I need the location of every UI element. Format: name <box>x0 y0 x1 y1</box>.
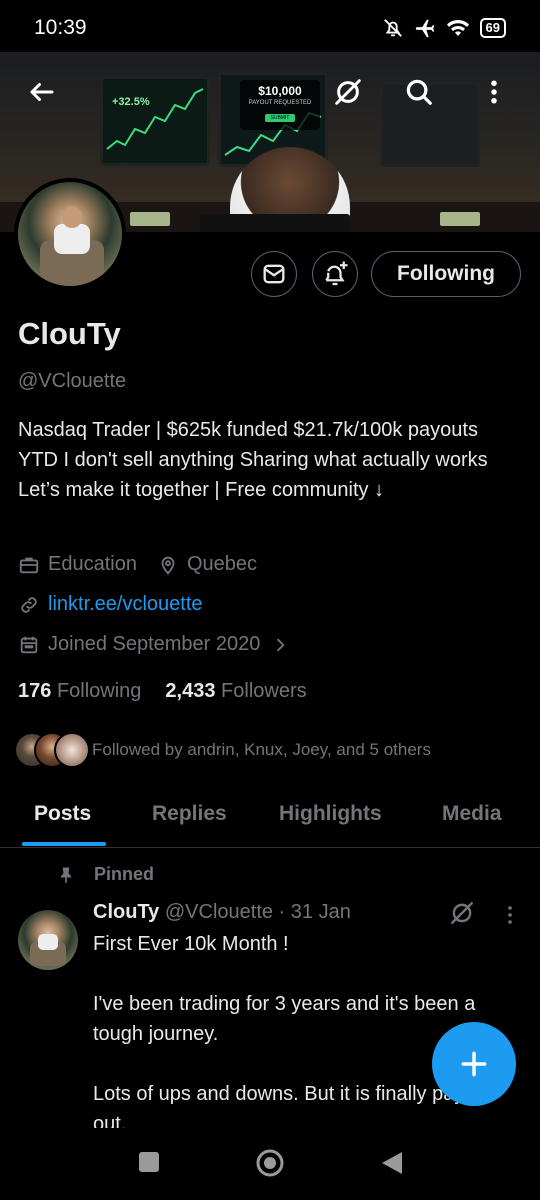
mail-icon <box>263 264 285 284</box>
profile-avatar[interactable] <box>14 178 126 290</box>
more-vertical-icon <box>491 80 497 104</box>
search-icon <box>406 79 432 105</box>
profile-meta-row: Education Quebec <box>18 553 257 576</box>
profile-tabs: Posts Replies Highlights Media <box>0 790 540 848</box>
display-name: ClouTy <box>18 316 121 351</box>
banner-gain-text: +32.5% <box>112 96 150 108</box>
following-count-link[interactable]: 176 Following <box>18 680 141 703</box>
status-bar: 10:39 69 <box>0 0 540 56</box>
profile-joined-row[interactable]: Joined September 2020 <box>18 633 298 656</box>
search-button[interactable] <box>397 70 441 114</box>
location-pin-icon <box>161 556 175 575</box>
followers-count: 2,433 <box>165 680 216 702</box>
profile-bio: Nasdaq Trader | $625k funded $21.7k/100k… <box>18 419 488 501</box>
post-author-name[interactable]: ClouTy <box>93 901 159 923</box>
banner-payout-card: $10,000 PAYOUT REQUESTED SUBMIT <box>240 80 320 130</box>
wifi-icon <box>446 20 469 36</box>
banner-keyboard <box>200 214 350 232</box>
airplane-mode-icon <box>415 19 434 38</box>
calendar-icon <box>20 636 38 653</box>
avatar-graphic <box>62 206 82 228</box>
banner-cash <box>440 212 480 226</box>
post-meta: @VClouette · 31 Jan <box>164 901 351 923</box>
banner-chart-graphic <box>106 88 204 150</box>
tab-media[interactable]: Media <box>442 802 502 826</box>
home-icon[interactable] <box>255 1148 285 1178</box>
grok-button[interactable] <box>326 70 370 114</box>
pinned-label: Pinned <box>94 864 155 884</box>
avatar-graphic <box>38 934 58 950</box>
grok-icon <box>335 79 361 105</box>
followers-count-link[interactable]: 2,433 Followers <box>165 680 306 703</box>
back-arrow-icon <box>30 83 54 101</box>
notifications-button[interactable] <box>312 251 358 297</box>
pinned-label-row: Pinned <box>56 864 154 885</box>
mutual-avatar <box>54 732 90 768</box>
post-more-icon[interactable] <box>498 903 522 927</box>
tab-replies[interactable]: Replies <box>152 802 227 826</box>
profile-location: Quebec <box>186 553 258 575</box>
briefcase-icon <box>19 557 39 573</box>
banner-submit-label: SUBMIT <box>264 114 296 122</box>
more-options-button[interactable] <box>472 70 516 114</box>
grok-icon[interactable] <box>449 900 475 926</box>
post-header: ClouTy @VClouette · 31 Jan <box>93 901 351 924</box>
profile-category: Education <box>48 553 137 575</box>
banner-cash <box>130 212 170 226</box>
pin-icon <box>61 867 71 883</box>
followed-by-row[interactable]: Followed by andrin, Knux, Joey, and 5 ot… <box>14 732 431 768</box>
message-button[interactable] <box>251 251 297 297</box>
system-navigation-bar <box>0 1128 540 1200</box>
avatar-graphic <box>54 224 90 254</box>
banner-monitor-left <box>100 76 210 166</box>
link-icon <box>21 596 37 613</box>
plus-icon <box>461 1051 487 1077</box>
followed-by-text: Followed by andrin, Knux, Joey, and 5 ot… <box>92 740 431 759</box>
following-button[interactable]: Following <box>371 251 521 297</box>
recent-apps-icon[interactable] <box>137 1150 161 1174</box>
following-count-label: Following <box>56 680 142 702</box>
active-tab-indicator <box>22 842 106 846</box>
mute-notifications-icon <box>383 19 402 37</box>
profile-website-link[interactable]: linktr.ee/vclouette <box>48 593 203 616</box>
back-nav-icon[interactable] <box>380 1150 404 1176</box>
following-count: 176 <box>18 680 52 702</box>
status-time: 10:39 <box>34 16 87 39</box>
post-author-avatar[interactable] <box>18 910 78 970</box>
bell-plus-icon <box>325 261 348 286</box>
profile-link-row[interactable]: linktr.ee/vclouette <box>18 593 203 616</box>
profile-joined-date: Joined September 2020 <box>48 633 261 655</box>
status-icons: 69 <box>382 17 506 39</box>
compose-post-button[interactable] <box>432 1022 516 1106</box>
follow-counts: 176 Following 2,433 Followers <box>18 680 307 703</box>
tab-posts[interactable]: Posts <box>34 802 91 826</box>
profile-handle: @VClouette <box>18 370 127 392</box>
battery-indicator: 69 <box>479 18 506 38</box>
banner-payout-amount: $10,000 <box>258 84 302 98</box>
chevron-right-icon <box>277 638 286 651</box>
tab-highlights[interactable]: Highlights <box>279 802 382 826</box>
followers-count-label: Followers <box>221 680 307 702</box>
followed-by-avatars <box>14 732 90 768</box>
back-button[interactable] <box>20 70 64 114</box>
banner-payout-label: PAYOUT REQUESTED <box>248 100 312 106</box>
